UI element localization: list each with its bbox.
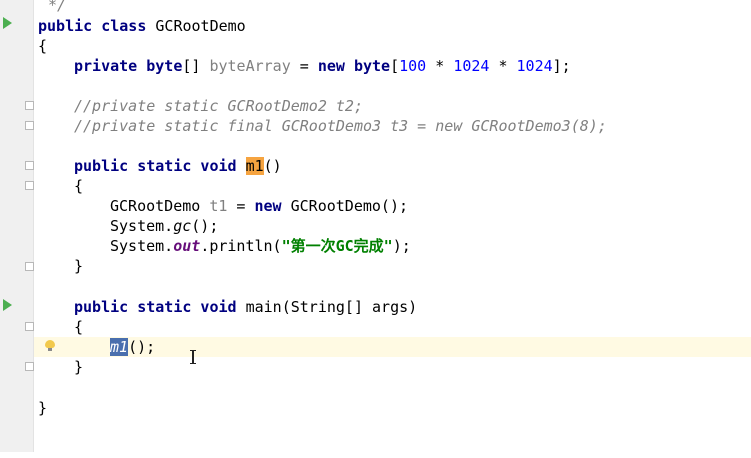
code-text: = — [227, 197, 255, 215]
code-text: System. — [110, 217, 174, 235]
code-line: } — [34, 398, 751, 418]
fold-icon[interactable] — [25, 181, 34, 190]
code-text: ); — [392, 237, 411, 255]
brace: } — [74, 358, 84, 376]
number: 100 — [399, 57, 427, 75]
fold-icon[interactable] — [25, 362, 34, 371]
code-line: } — [34, 256, 751, 276]
brace: { — [74, 318, 84, 336]
keyword: public static void — [74, 298, 237, 316]
code-text: * — [426, 57, 454, 75]
fold-icon[interactable] — [25, 121, 34, 130]
code-line: System.gc(); — [34, 216, 751, 236]
keyword: new — [254, 197, 282, 215]
code-text: [] — [182, 57, 210, 75]
code-line: public static void main(String[] args) — [34, 297, 751, 317]
fold-icon[interactable] — [25, 101, 34, 110]
code-line: { — [34, 317, 751, 337]
bulb-icon[interactable] — [45, 340, 55, 351]
brace: { — [74, 177, 84, 195]
current-line[interactable]: m1(); — [34, 337, 751, 357]
code-text: .println( — [200, 237, 282, 255]
variable-name: t1 — [209, 197, 228, 215]
static-method: gc — [173, 217, 192, 235]
code-line: //private static final GCRootDemo3 t3 = … — [34, 116, 751, 136]
code-line: System.out.println("第一次GC完成"); — [34, 236, 751, 256]
code-line: */ — [34, 0, 751, 15]
brace: } — [74, 257, 84, 275]
code-text: GCRootDemo — [110, 197, 210, 215]
code-line: public static void m1() — [34, 156, 751, 176]
code-line: private byte[] byteArray = new byte[100 … — [34, 56, 751, 76]
code-text: GCRootDemo(); — [281, 197, 409, 215]
code-text: () — [263, 157, 282, 175]
static-field: out — [173, 237, 201, 255]
number: 1024 — [516, 57, 553, 75]
keyword: new byte — [317, 57, 391, 75]
code-text: = — [290, 57, 318, 75]
keyword: public class — [38, 17, 147, 35]
text-cursor-icon — [190, 350, 196, 364]
code-line: { — [34, 36, 751, 56]
code-line: { — [34, 176, 751, 196]
fold-icon[interactable] — [25, 262, 34, 271]
comment-text: */ — [48, 0, 67, 14]
keyword: public static void — [74, 157, 246, 175]
method-call-highlight[interactable]: m1 — [110, 338, 129, 356]
run-class-icon[interactable] — [3, 17, 12, 29]
fold-icon[interactable] — [25, 161, 34, 170]
code-line: //private static GCRootDemo2 t2; — [34, 96, 751, 116]
brace: { — [38, 37, 48, 55]
code-line: GCRootDemo t1 = new GCRootDemo(); — [34, 196, 751, 216]
method-name-highlight: m1 — [245, 157, 264, 175]
run-main-icon[interactable] — [3, 299, 12, 311]
code-line: } — [34, 357, 751, 377]
code-text: (); — [128, 338, 156, 356]
code-line: public class GCRootDemo — [34, 16, 751, 36]
code-text: * — [489, 57, 517, 75]
code-editor[interactable]: */ public class GCRootDemo { private byt… — [34, 0, 751, 452]
editor-gutter — [0, 0, 34, 452]
brace: } — [38, 399, 48, 417]
code-text: (); — [191, 217, 219, 235]
comment-text: //private static final GCRootDemo3 t3 = … — [74, 117, 607, 135]
class-name: GCRootDemo — [155, 17, 246, 35]
code-text: ]; — [552, 57, 571, 75]
string-literal: "第一次GC完成" — [281, 237, 393, 255]
comment-text: //private static GCRootDemo2 t2; — [74, 97, 363, 115]
code-text: main(String[] args) — [236, 298, 418, 316]
code-text: System. — [110, 237, 174, 255]
fold-icon[interactable] — [25, 322, 34, 331]
number: 1024 — [453, 57, 490, 75]
field-name: byteArray — [209, 57, 291, 75]
keyword: private byte — [74, 57, 183, 75]
code-text: [ — [390, 57, 400, 75]
